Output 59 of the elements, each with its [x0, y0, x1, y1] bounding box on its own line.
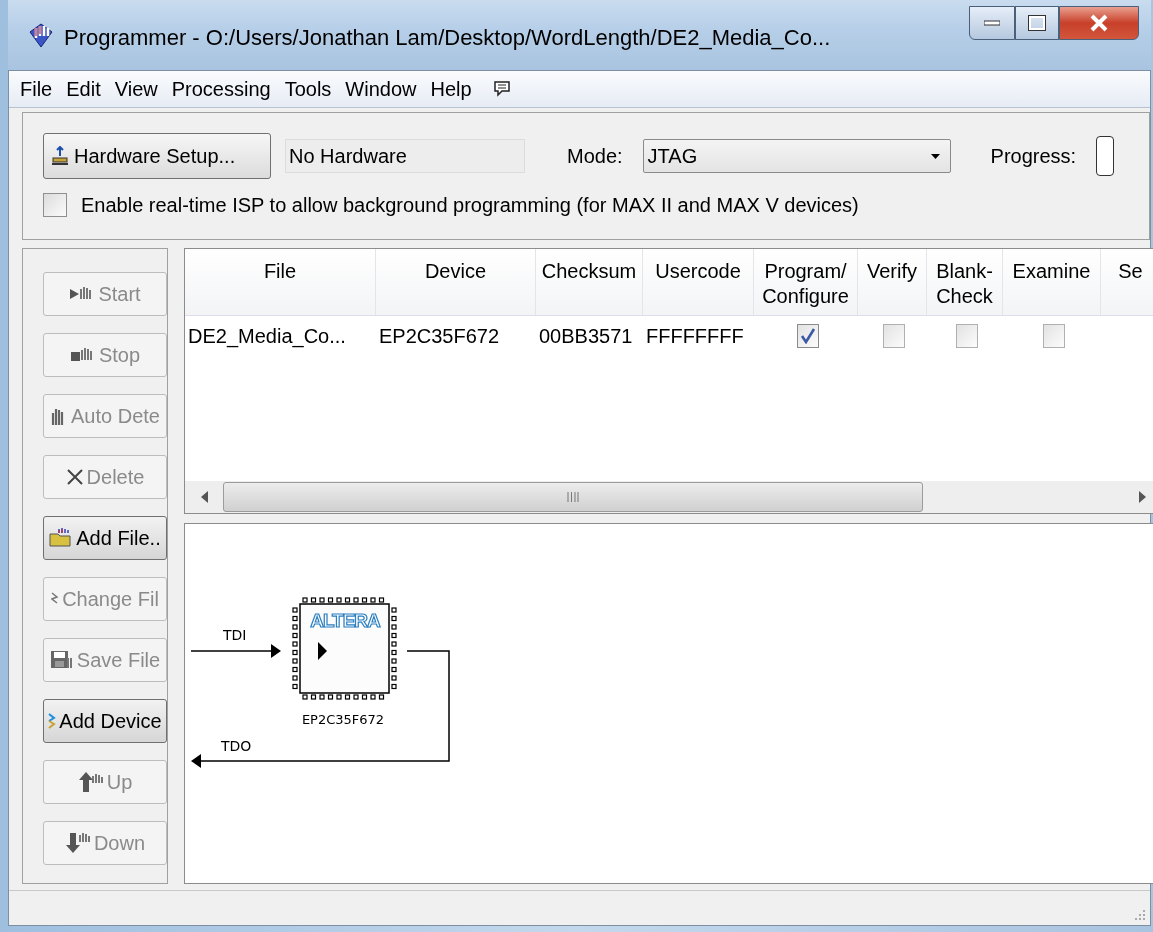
- up-arrow-icon: [77, 771, 104, 793]
- column-header[interactable]: Se: [1118, 259, 1143, 315]
- resize-grip-icon[interactable]: [1134, 909, 1146, 921]
- arrow-icon: [48, 711, 57, 731]
- checkbox[interactable]: [883, 324, 905, 348]
- device-label: EP2C35F672: [301, 712, 385, 727]
- menu-item[interactable]: Edit: [59, 77, 108, 101]
- table-cell: FFFFFFFF: [646, 324, 744, 348]
- mode-dropdown[interactable]: JTAG: [642, 139, 951, 173]
- speech-bubble-icon[interactable]: [492, 81, 511, 97]
- scroll-left-icon[interactable]: [200, 491, 208, 503]
- folder-icon: [49, 528, 74, 548]
- column-header[interactable]: File: [263, 259, 297, 315]
- scroll-right-icon[interactable]: [1138, 491, 1146, 503]
- checkbox[interactable]: [43, 193, 67, 217]
- signal-label: TDI: [223, 627, 247, 643]
- maximize-button[interactable]: [1015, 6, 1059, 40]
- checkbox[interactable]: [796, 324, 819, 348]
- logo: ALTERA: [310, 610, 380, 631]
- delete-icon: [65, 468, 84, 486]
- table-cell: EP2C35F672: [379, 324, 500, 348]
- hardware-field: No Hardware: [285, 139, 525, 173]
- maximize-icon: [1028, 15, 1046, 31]
- column-header[interactable]: Device: [424, 259, 487, 315]
- horizontal-scrollbar[interactable]: [185, 481, 1153, 513]
- checkbox-label: Enable real-time ISP to allow background programming (for MAX II and MAX V devices): [81, 193, 859, 217]
- menu-item[interactable]: Help: [423, 77, 479, 101]
- menu-item[interactable]: View: [107, 77, 165, 101]
- chip-drawing[interactable]: [292, 597, 397, 700]
- column-header[interactable]: Verify: [867, 259, 917, 315]
- column-header[interactable]: Examine: [1012, 259, 1091, 315]
- mode-label: Mode:: [567, 144, 623, 168]
- down-arrow-icon: [64, 832, 91, 854]
- floppy-disk-icon: [49, 650, 74, 670]
- column-header[interactable]: Usercode: [655, 259, 741, 315]
- caret-icon: [930, 153, 940, 159]
- checkbox[interactable]: [1042, 324, 1065, 348]
- menu-item[interactable]: Tools: [277, 77, 339, 101]
- close-icon: [1089, 14, 1109, 32]
- table-cell: DE2_Media_Co...: [188, 324, 346, 348]
- close-button[interactable]: [1059, 6, 1139, 40]
- table-cell: 00BB3571: [539, 324, 633, 348]
- column-header[interactable]: Program/ Configure: [762, 259, 849, 315]
- window-title: Programmer - O:/Users/Jonathan Lam/Desktop/WordLength/DE2_Media_Co...: [64, 24, 832, 51]
- signal-label: TDO: [221, 738, 252, 754]
- menu-item[interactable]: File: [13, 77, 60, 101]
- hardware-setup-button[interactable]: Hardware Setup...: [43, 133, 271, 179]
- minimize-icon: [984, 20, 1000, 26]
- minimize-button[interactable]: [969, 6, 1015, 40]
- hardware-icon: [50, 146, 70, 166]
- side-button[interactable]: Add Device: [43, 699, 167, 743]
- column-header[interactable]: Checksum: [541, 259, 637, 315]
- menu-item[interactable]: Processing: [164, 77, 278, 101]
- column-header[interactable]: Blank- Check: [936, 259, 993, 315]
- menu-item[interactable]: Window: [338, 77, 424, 101]
- scroll-thumb[interactable]: [223, 482, 923, 512]
- checkbox[interactable]: [955, 324, 978, 348]
- progress-label: Progress:: [990, 144, 1077, 168]
- side-button[interactable]: Add File..: [43, 516, 167, 560]
